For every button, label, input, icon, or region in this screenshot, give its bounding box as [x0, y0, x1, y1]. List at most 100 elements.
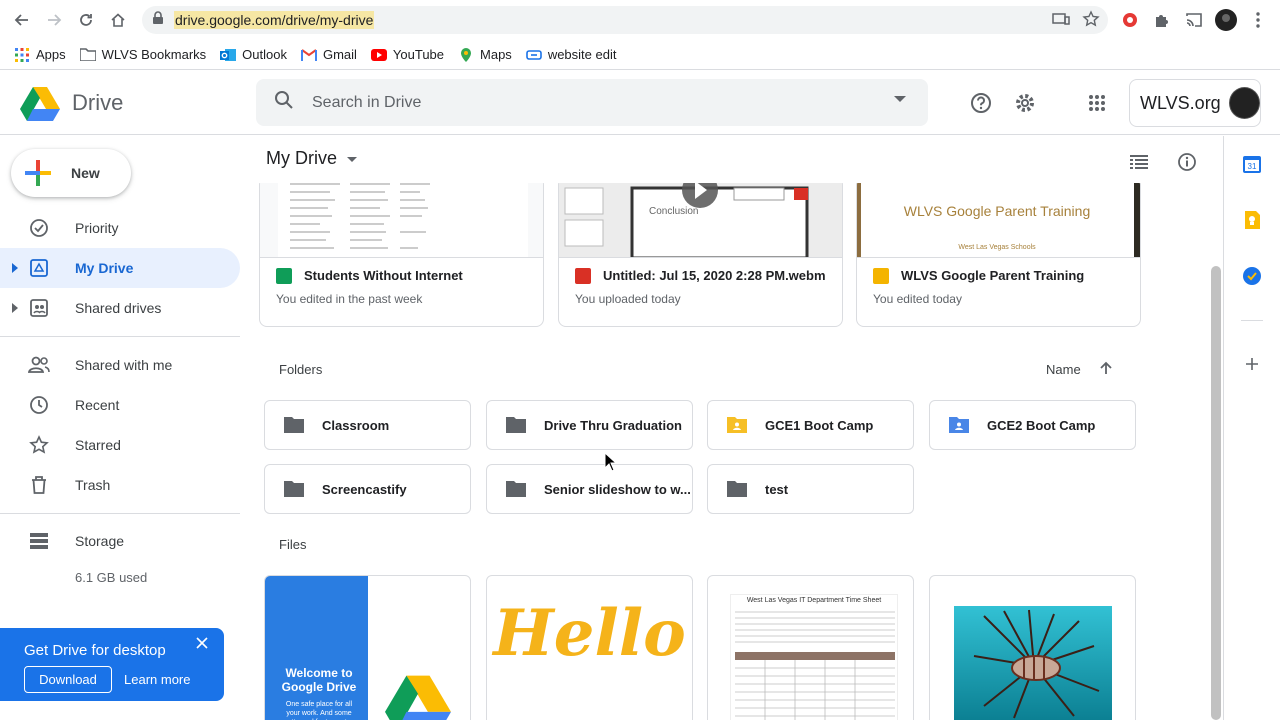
folder-item[interactable]: test: [707, 464, 914, 514]
home-icon[interactable]: [102, 4, 134, 36]
quick-access-card[interactable]: WLVS Google Parent Training West Las Veg…: [856, 183, 1141, 327]
extension-record-icon[interactable]: [1118, 6, 1142, 34]
side-panel: 31: [1223, 136, 1280, 720]
bookmark-website-edit[interactable]: website edit: [526, 47, 616, 63]
search-icon[interactable]: [274, 90, 294, 115]
sidebar-item-shared-with-me[interactable]: Shared with me: [0, 345, 240, 385]
back-icon[interactable]: [6, 4, 38, 36]
keep-icon[interactable]: [1242, 210, 1262, 230]
bookmark-maps[interactable]: Maps: [458, 47, 512, 63]
file-name: Untitled: Jul 15, 2020 2:28 PM.webm: [603, 268, 826, 283]
apps-grid-icon: [14, 47, 30, 63]
info-icon[interactable]: [1173, 148, 1201, 176]
shared-folder-icon: [727, 417, 747, 433]
reload-icon[interactable]: [70, 4, 102, 36]
drive-scroll-area[interactable]: Students Without Internet You edited in …: [241, 183, 1223, 720]
search-box[interactable]: Search in Drive: [256, 79, 928, 126]
bookmark-apps[interactable]: Apps: [14, 47, 66, 63]
file-card[interactable]: Welcome to Google Drive One safe place f…: [264, 575, 471, 720]
settings-gear-icon[interactable]: [1011, 89, 1039, 117]
sidebar-item-priority[interactable]: Priority: [0, 208, 240, 248]
sidebar-item-label: Trash: [75, 477, 111, 493]
folder-name: Classroom: [322, 417, 390, 433]
bookmark-label: WLVS Bookmarks: [101, 47, 207, 62]
folders-heading: Folders: [279, 362, 323, 377]
folder-icon: [284, 481, 304, 497]
bookmark-label: Apps: [36, 47, 66, 62]
bookmark-gmail[interactable]: Gmail: [300, 47, 357, 63]
folder-name: Senior slideshow to w...: [544, 481, 691, 497]
sidebar-item-label: My Drive: [75, 260, 134, 276]
folder-icon: [506, 417, 526, 433]
forward-icon[interactable]: [38, 4, 70, 36]
video-slide-title: Conclusion: [649, 206, 699, 217]
bookmark-label: Maps: [480, 47, 512, 62]
sidebar-item-storage[interactable]: Storage: [0, 521, 240, 561]
extensions-puzzle-icon[interactable]: [1150, 6, 1174, 34]
list-view-icon[interactable]: [1125, 148, 1153, 176]
file-activity: You edited in the past week: [276, 292, 423, 306]
learn-more-link[interactable]: Learn more: [124, 672, 190, 687]
file-card[interactable]: West Las Vegas IT Department Time Sheet: [707, 575, 914, 720]
bookmark-star-icon[interactable]: [1082, 10, 1100, 33]
page-title[interactable]: My Drive: [266, 148, 357, 169]
bookmark-youtube[interactable]: YouTube: [370, 47, 444, 63]
sidebar-item-label: Priority: [75, 220, 119, 236]
folder-item[interactable]: Classroom: [264, 400, 471, 450]
expand-caret-icon[interactable]: [12, 303, 18, 313]
expand-caret-icon[interactable]: [12, 263, 18, 273]
account-switcher[interactable]: WLVS.org: [1129, 79, 1261, 127]
help-icon[interactable]: [967, 89, 995, 117]
cast-tab-icon[interactable]: [1052, 10, 1070, 33]
drive-logo[interactable]: Drive: [20, 85, 123, 121]
add-addon-icon[interactable]: [1242, 354, 1262, 374]
account-org-name: WLVS.org: [1140, 92, 1221, 113]
new-button[interactable]: New: [11, 149, 131, 197]
star-icon: [28, 434, 50, 456]
timesheet-title: West Las Vegas IT Department Time Sheet: [746, 597, 882, 604]
folder-item[interactable]: GCE1 Boot Camp: [707, 400, 914, 450]
sort-label[interactable]: Name: [1046, 362, 1081, 377]
hello-image-text: Hello: [493, 596, 686, 671]
download-button[interactable]: Download: [24, 666, 112, 693]
divider: [1241, 320, 1263, 321]
folder-item[interactable]: Drive Thru Graduation: [486, 400, 693, 450]
sidebar-item-my-drive[interactable]: My Drive: [0, 248, 240, 288]
sidebar-item-shared-drives[interactable]: Shared drives: [0, 288, 240, 328]
cast-icon[interactable]: [1182, 6, 1206, 34]
spreadsheet-thumbnail: [260, 183, 543, 258]
video-file-icon: [575, 268, 591, 284]
folder-item[interactable]: Screencastify: [264, 464, 471, 514]
sort-control[interactable]: Name: [1046, 361, 1113, 378]
sheets-icon: [276, 268, 292, 284]
address-bar[interactable]: drive.google.com/drive/my-drive: [142, 6, 1108, 34]
sidebar-item-label: Recent: [75, 397, 120, 413]
folder-item[interactable]: Senior slideshow to w...: [486, 464, 693, 514]
avatar[interactable]: [1228, 87, 1260, 119]
sidebar-item-recent[interactable]: Recent: [0, 385, 240, 425]
sidebar-item-trash[interactable]: Trash: [0, 465, 240, 505]
welcome-subtitle: One safe place for all your work. And so…: [281, 701, 356, 720]
profile-avatar-icon[interactable]: [1214, 6, 1238, 34]
bookmark-outlook[interactable]: Outlook: [220, 47, 287, 63]
timesheet-thumbnail: West Las Vegas IT Department Time Sheet: [730, 594, 898, 720]
calendar-icon[interactable]: 31: [1242, 154, 1262, 174]
quick-access-card[interactable]: Students Without Internet You edited in …: [259, 183, 544, 327]
quick-access-card[interactable]: Conclusion Untitled: Jul 15, 2020 2:28 P…: [558, 183, 843, 327]
folder-item[interactable]: GCE2 Boot Camp: [929, 400, 1136, 450]
file-card[interactable]: [929, 575, 1136, 720]
arrow-up-icon[interactable]: [1099, 361, 1113, 378]
tasks-icon[interactable]: [1242, 266, 1262, 286]
priority-check-icon: [28, 217, 50, 239]
search-options-dropdown-icon[interactable]: [894, 96, 906, 102]
browser-menu-icon[interactable]: [1246, 6, 1270, 34]
url-text[interactable]: drive.google.com/drive/my-drive: [174, 11, 375, 29]
scrollbar[interactable]: [1211, 266, 1221, 720]
close-icon[interactable]: [196, 636, 208, 654]
search-input[interactable]: Search in Drive: [312, 94, 421, 112]
google-apps-icon[interactable]: [1083, 89, 1111, 117]
sidebar-item-starred[interactable]: Starred: [0, 425, 240, 465]
file-card[interactable]: Hello: [486, 575, 693, 720]
bookmark-wlvs-bookmarks[interactable]: WLVS Bookmarks: [79, 47, 207, 63]
lionfish-photo-thumbnail: [954, 606, 1112, 720]
